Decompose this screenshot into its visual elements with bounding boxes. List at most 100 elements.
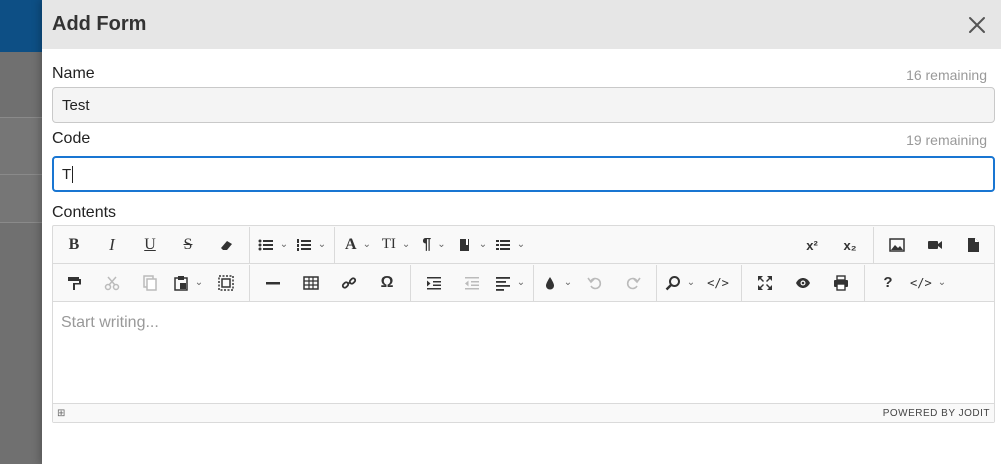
hr-icon (266, 281, 280, 284)
toolbar-separator (334, 226, 335, 263)
copy-format-icon (68, 276, 81, 290)
copy-button[interactable] (134, 268, 166, 298)
paragraph-icon: ¶ (422, 235, 432, 253)
dialog-title: Add Form (52, 13, 147, 35)
chevron-down-icon: ⌄ (516, 239, 526, 250)
brush-icon (545, 276, 554, 289)
link-button[interactable] (333, 268, 365, 298)
close-button[interactable] (963, 11, 991, 39)
symbols-icon: Ω (380, 273, 394, 291)
add-form-dialog: Add Form Name 16 remaining Test Code 19 … (42, 0, 1001, 464)
code-input-value: T (62, 165, 72, 183)
editor-content-area[interactable]: Start writing... (53, 302, 994, 404)
powered-by-jodit[interactable]: POWERED BY JODIT (883, 408, 990, 419)
bullet-list-button[interactable]: ⌄ (257, 230, 289, 260)
symbols-button[interactable]: Ω (371, 268, 403, 298)
chevron-down-icon: ⌄ (516, 277, 526, 288)
line-height-button[interactable]: ⌄ (494, 230, 526, 260)
select-all-button[interactable] (210, 268, 242, 298)
toolbar-separator (249, 264, 250, 301)
code-label: Code (52, 130, 91, 147)
source-icon: </> (707, 275, 729, 290)
editor-status-bar: ⊞ POWERED BY JODIT (53, 404, 994, 422)
font-button[interactable]: A ⌄ (342, 230, 374, 260)
print-button[interactable] (825, 268, 857, 298)
resize-handle-icon[interactable]: ⊞ (57, 408, 66, 419)
numbered-list-button[interactable]: ⌄ (295, 230, 327, 260)
video-icon (928, 241, 942, 249)
redo-icon (626, 277, 641, 289)
preview-button[interactable] (787, 268, 819, 298)
code-input[interactable]: T (52, 156, 995, 192)
paragraph-button[interactable]: ¶ ⌄ (418, 230, 450, 260)
select-all-icon (218, 274, 234, 291)
bold-button[interactable]: B (58, 230, 90, 260)
outdent-button[interactable] (456, 268, 488, 298)
undo-button[interactable] (579, 268, 611, 298)
contents-label: Contents (52, 204, 117, 221)
editor-toolbar-row-2: ⌄ Ω ⌄ ⌄ ⌄ </> ? </> ⌄ (53, 264, 994, 302)
classes-button[interactable]: ⌄ (456, 230, 488, 260)
font-size-button[interactable]: TI ⌄ (380, 230, 412, 260)
name-input[interactable]: Test (52, 87, 995, 123)
find-button[interactable]: ⌄ (664, 268, 696, 298)
undo-icon (587, 277, 602, 289)
rich-text-editor: B I U S ⌄ ⌄ A ⌄ TI ⌄ ¶ ⌄ ⌄ ⌄ x² x₂ ⌄ Ω ⌄… (52, 225, 995, 423)
about-icon: ? (883, 274, 893, 291)
video-button[interactable] (919, 230, 951, 260)
outdent-icon (465, 276, 479, 289)
image-icon (889, 238, 905, 252)
name-label: Name (52, 65, 95, 82)
chevron-down-icon: ⌄ (478, 239, 488, 250)
chevron-down-icon: ⌄ (279, 239, 289, 250)
italic-icon: I (109, 234, 115, 254)
image-button[interactable] (881, 230, 913, 260)
classes-icon (459, 238, 469, 251)
bullet-list-icon (258, 239, 273, 250)
editor-placeholder: Start writing... (61, 314, 159, 331)
link-icon (341, 276, 357, 289)
name-input-value: Test (62, 96, 90, 114)
text-caret (72, 165, 74, 183)
indent-button[interactable] (418, 268, 450, 298)
copy-format-button[interactable] (58, 268, 90, 298)
chevron-down-icon: ⌄ (686, 277, 696, 288)
strikethrough-icon: S (183, 235, 193, 253)
redo-button[interactable] (617, 268, 649, 298)
source-dropdown-button[interactable]: </> ⌄ (910, 268, 946, 298)
eraser-button[interactable] (210, 230, 242, 260)
numbered-list-icon (296, 238, 311, 251)
align-button[interactable]: ⌄ (494, 268, 526, 298)
strikethrough-button[interactable]: S (172, 230, 204, 260)
toolbar-separator (533, 264, 534, 301)
italic-button[interactable]: I (96, 230, 128, 260)
chevron-down-icon: ⌄ (194, 277, 204, 288)
toolbar-row-1-right: x² x₂ (793, 226, 992, 264)
horizontal-rule-button[interactable] (257, 268, 289, 298)
subscript-button[interactable]: x₂ (834, 230, 866, 260)
line-height-icon (495, 239, 510, 250)
brush-button[interactable]: ⌄ (541, 268, 573, 298)
chevron-down-icon: ⌄ (317, 239, 327, 250)
table-button[interactable] (295, 268, 327, 298)
subscript-icon: x₂ (843, 237, 857, 253)
file-button[interactable] (957, 230, 989, 260)
toolbar-separator (741, 264, 742, 301)
superscript-button[interactable]: x² (796, 230, 828, 260)
fullsize-button[interactable] (749, 268, 781, 298)
name-remaining: 16 remaining (906, 67, 987, 83)
toolbar-separator (864, 264, 865, 301)
chevron-down-icon: ⌄ (563, 277, 573, 288)
paste-button[interactable]: ⌄ (172, 268, 204, 298)
eraser-icon (221, 240, 232, 250)
preview-icon (796, 277, 810, 288)
font-size-icon: TI (381, 236, 396, 252)
source-button[interactable]: </> (702, 268, 734, 298)
cut-button[interactable] (96, 268, 128, 298)
toolbar-separator (656, 264, 657, 301)
about-button[interactable]: ? (872, 268, 904, 298)
toolbar-separator (249, 226, 250, 263)
underline-button[interactable]: U (134, 230, 166, 260)
paste-icon (174, 275, 188, 291)
fullsize-icon (758, 275, 772, 290)
